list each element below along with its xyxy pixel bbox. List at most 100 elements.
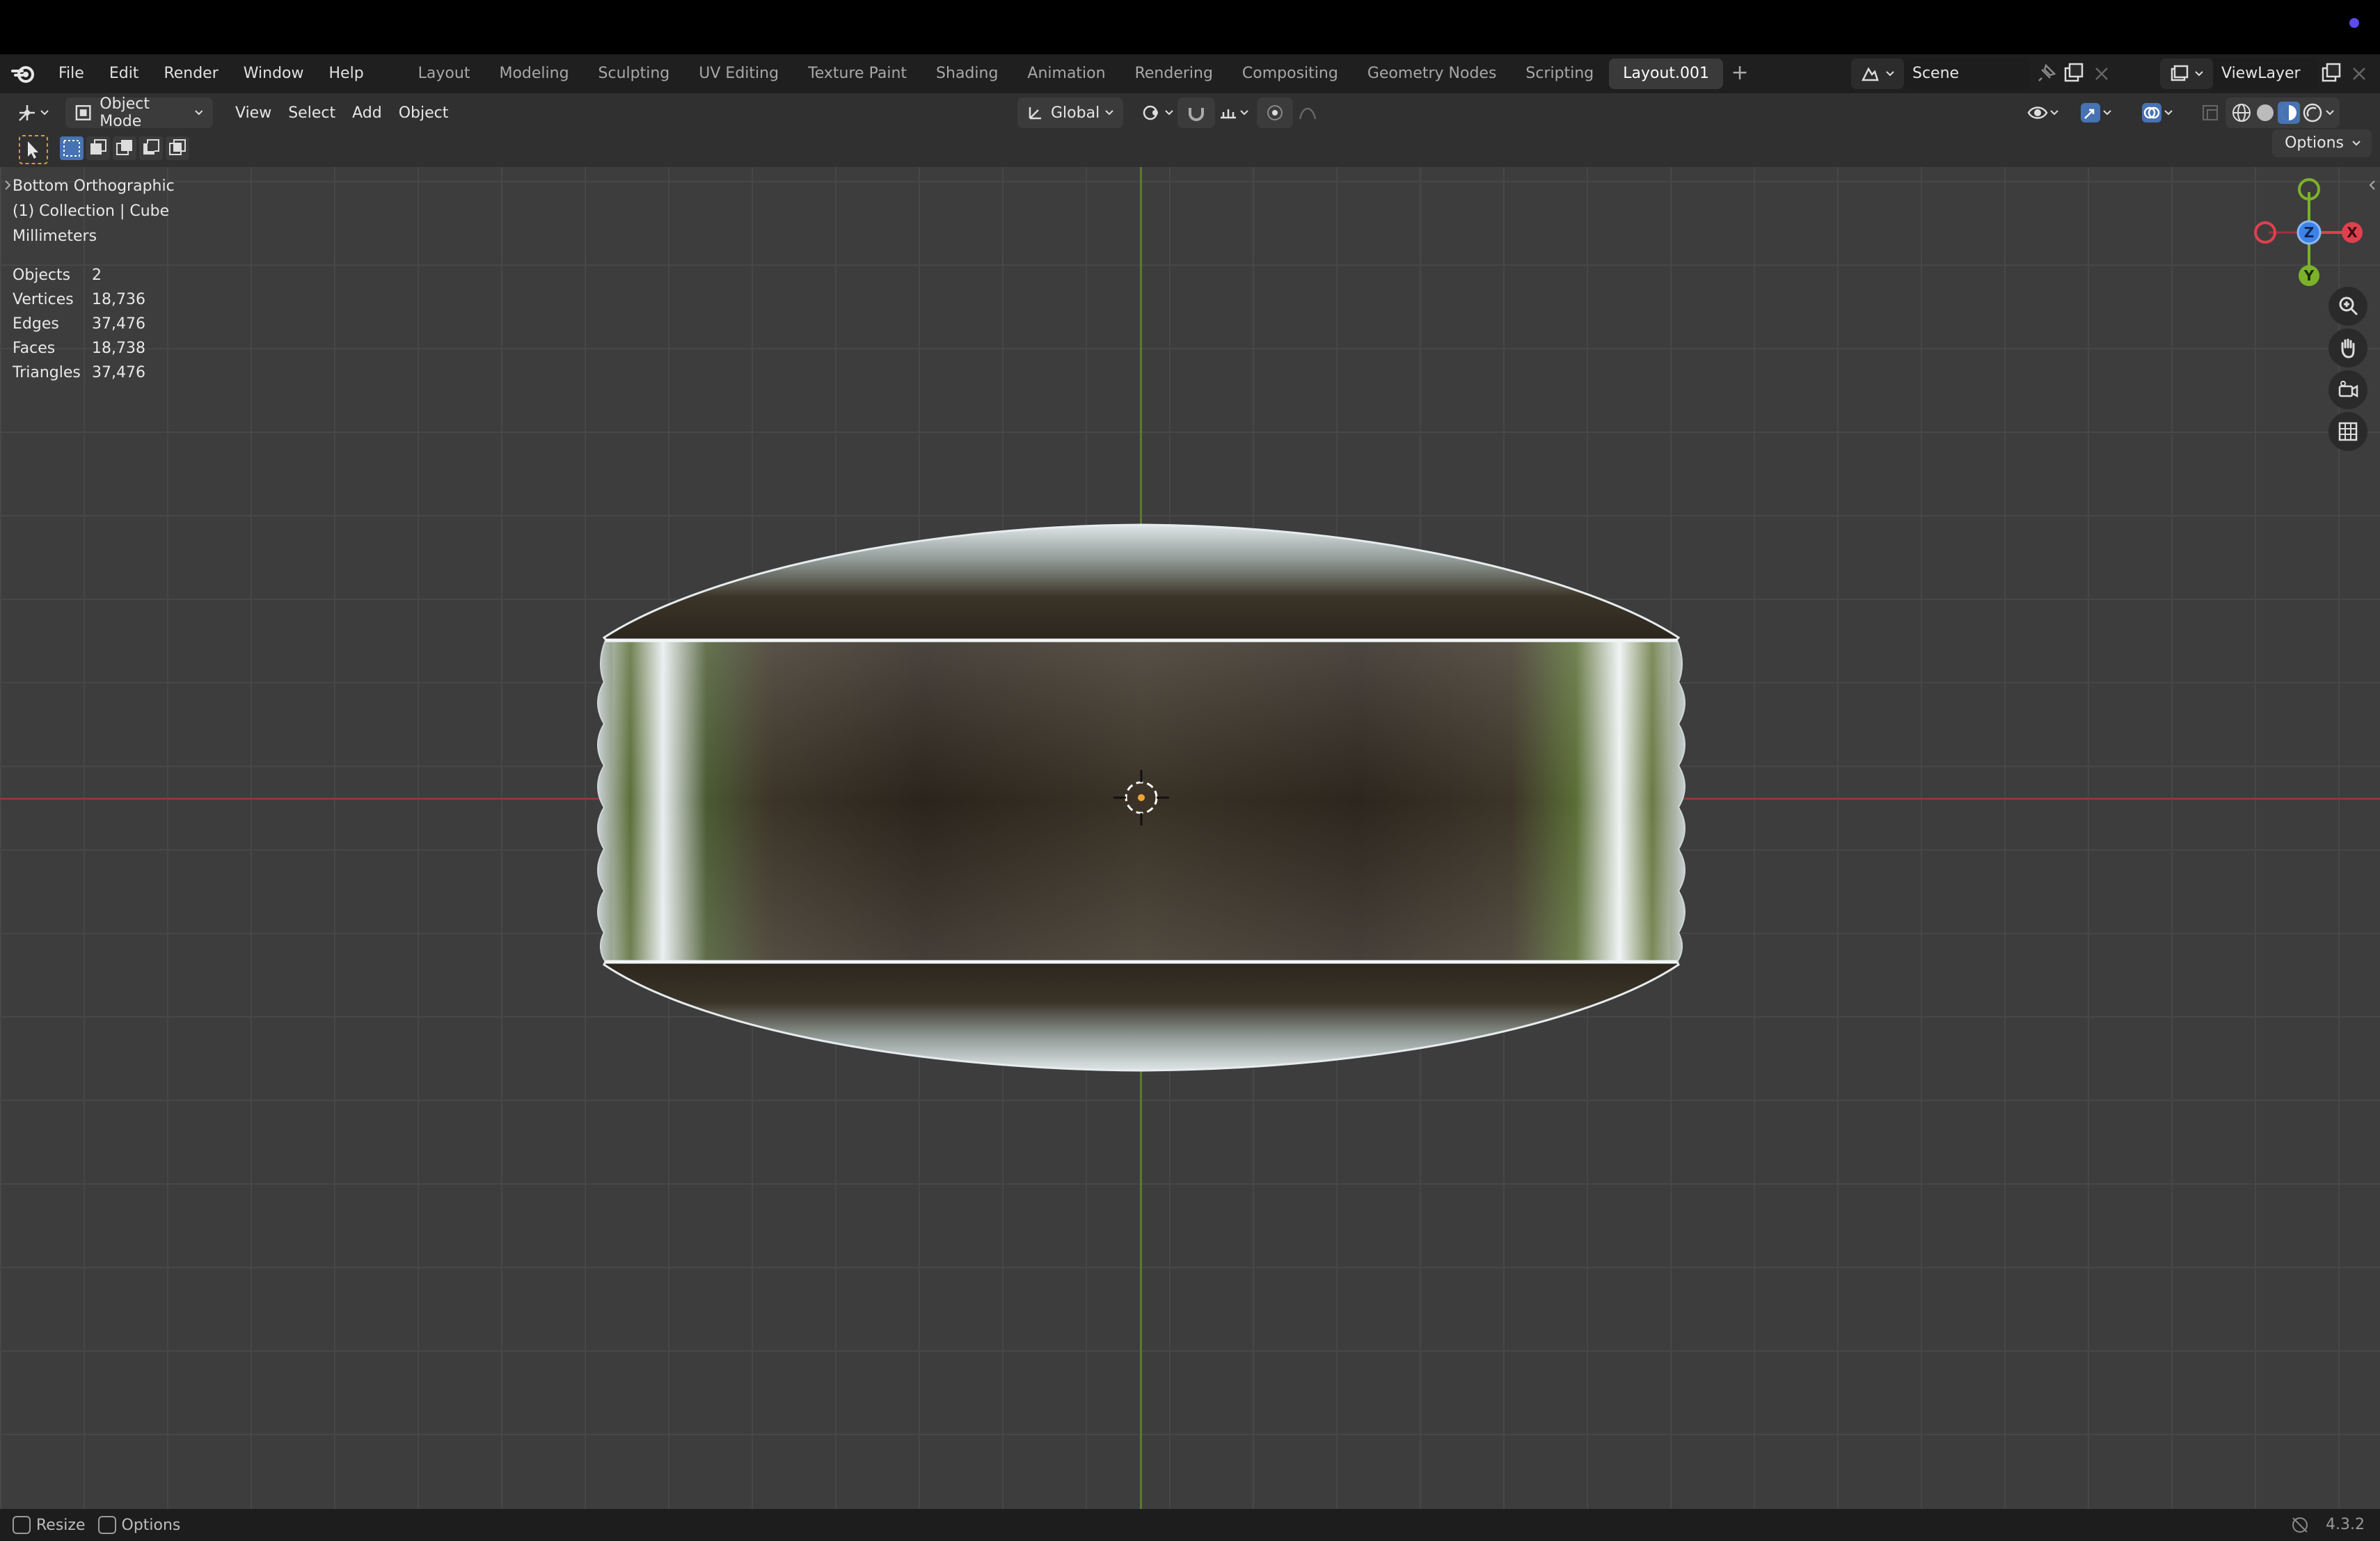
tab-modeling[interactable]: Modeling [485,58,582,89]
chevron-down-icon [2050,110,2058,116]
tab-animation[interactable]: Animation [1013,58,1119,89]
viewport-info-overlay: Bottom Orthographic (1) Collection | Cub… [13,174,175,385]
chevron-down-icon [2195,71,2203,77]
network-off-icon[interactable] [2290,1515,2310,1535]
mode-label: Object Mode [100,95,150,130]
editor-type-button[interactable] [7,97,58,128]
camera-icon [2338,381,2358,398]
blender-logo-icon[interactable] [11,61,36,86]
add-workspace-button[interactable]: + [1724,58,1755,89]
chevron-down-icon [1240,110,1248,116]
shading-modes [2226,97,2340,128]
falloff-curve-icon [1299,107,1317,120]
selection-mode-group [60,136,189,160]
tab-layout-001[interactable]: Layout.001 [1609,58,1724,89]
menu-object[interactable]: Object [390,97,457,128]
collection-label: (1) Collection | Cube [13,203,170,220]
viewport-header: Object Mode View Select Add Object Globa… [0,93,2380,132]
select-invert-icon[interactable] [139,136,163,160]
tab-layout[interactable]: Layout [404,58,484,89]
stat-value: 18,738 [92,340,145,357]
magnet-icon [1189,108,1204,121]
select-subtract-icon[interactable] [113,136,136,160]
overlays-toggle[interactable] [2132,97,2182,128]
select-tool-icon[interactable] [18,134,49,165]
scene-name-field[interactable]: Scene [1904,58,2029,89]
proportional-edit-icon [1267,105,1283,120]
scene-statistics: Objects 2 Vertices 18,736 Edges 37,476 Face… [13,263,175,385]
zoom-button[interactable] [2329,287,2367,326]
pan-button[interactable] [2329,329,2367,368]
menu-edit[interactable]: Edit [97,58,152,89]
view-layer-browse-button[interactable] [2160,58,2213,89]
navigation-gizmo[interactable]: X Y Z [2246,170,2372,295]
tab-geometry-nodes[interactable]: Geometry Nodes [1354,58,1511,89]
toolbar-expand-icon[interactable] [1,178,15,192]
gizmo-x-label: X [2347,224,2358,241]
perspective-toggle-button[interactable] [2329,412,2367,451]
snap-increment-icon [1221,109,1236,119]
menu-window[interactable]: Window [231,58,317,89]
wireframe-shading-icon[interactable] [2230,101,2253,125]
menu-help[interactable]: Help [317,58,376,89]
menu-add[interactable]: Add [344,97,390,128]
solid-shading-icon[interactable] [2253,101,2277,125]
stat-row: Vertices 18,736 [13,287,175,312]
transform-orientation-selector[interactable]: Global [1017,97,1123,128]
tab-rendering[interactable]: Rendering [1121,58,1227,89]
sidebar-expand-icon[interactable] [2365,178,2379,192]
chevron-down-icon[interactable] [2324,107,2335,118]
stat-value: 2 [92,267,102,284]
orientation-label: Global [1051,104,1100,122]
pin-icon[interactable] [2032,60,2060,88]
close-icon[interactable] [2345,60,2373,88]
tab-scripting[interactable]: Scripting [1512,58,1608,89]
window-indicator-dot [2349,18,2359,28]
status-resize-label: Resize [36,1516,86,1534]
menu-file[interactable]: File [46,58,97,89]
stat-label: Triangles [13,364,81,381]
stat-label: Vertices [13,291,74,308]
snap-target-button[interactable] [1209,97,1258,128]
scene-browse-button[interactable] [1851,58,1904,89]
mode-selector[interactable]: Object Mode [65,95,213,130]
pivot-point-button[interactable] [1133,97,1183,128]
tab-texture-paint[interactable]: Texture Paint [794,58,921,89]
tab-compositing[interactable]: Compositing [1228,58,1352,89]
overlays-icon [2142,103,2161,123]
version-label: 4.3.2 [2326,1516,2365,1533]
camera-view-button[interactable] [2329,370,2367,409]
select-new-icon[interactable] [60,136,84,160]
falloff-button[interactable] [1289,97,1326,128]
tab-uv-editing[interactable]: UV Editing [685,58,793,89]
stat-row: Objects 2 [13,263,175,287]
viewport-3d[interactable]: Bottom Orthographic (1) Collection | Cub… [0,167,2380,1509]
visibility-selector[interactable] [2018,97,2068,128]
eye-icon [2027,106,2048,119]
workspace-tabs: Layout Modeling Sculpting UV Editing Tex… [404,54,1755,93]
new-scene-icon[interactable] [2060,60,2088,88]
chevron-down-icon [2164,110,2173,116]
view-layer-name-field[interactable]: ViewLayer [2213,58,2317,89]
options-dropdown[interactable]: Options [2272,129,2372,157]
proportional-edit-toggle[interactable] [1257,97,1293,128]
status-resize: Resize [13,1516,86,1534]
gizmo-toggle[interactable] [2071,97,2121,128]
new-view-layer-icon[interactable] [2317,60,2345,88]
tool-settings-bar [0,132,2380,167]
select-extend-icon[interactable] [86,136,110,160]
stat-row: Edges 37,476 [13,312,175,336]
tab-shading[interactable]: Shading [922,58,1012,89]
close-icon[interactable] [2088,60,2116,88]
chevron-down-icon [1105,110,1113,116]
xray-icon [2203,105,2218,120]
menu-select[interactable]: Select [280,97,344,128]
rendered-shading-icon[interactable] [2301,101,2324,125]
menu-render[interactable]: Render [151,58,230,89]
material-preview-icon[interactable] [2277,101,2301,125]
tab-sculpting[interactable]: Sculpting [585,58,684,89]
xray-toggle[interactable] [2192,97,2228,128]
select-intersect-icon[interactable] [166,136,189,160]
menu-view[interactable]: View [227,97,280,128]
mesh-object-cube[interactable] [0,167,2380,1509]
